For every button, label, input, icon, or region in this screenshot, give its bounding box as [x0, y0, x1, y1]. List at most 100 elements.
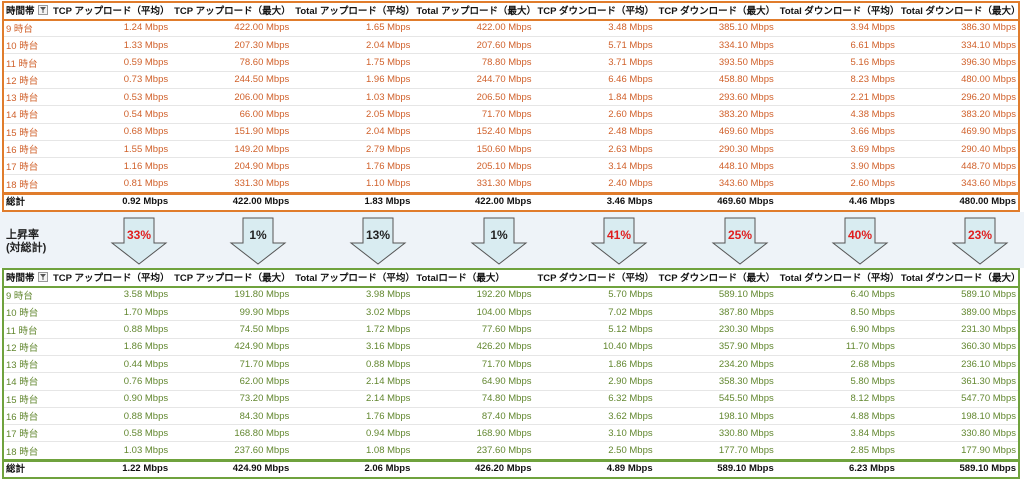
value-cell: 1.03 Mbps [292, 88, 414, 107]
value-cell: 191.80 Mbps [171, 286, 293, 305]
value-cell: 343.60 Mbps [897, 174, 1019, 193]
top-speed-table: 時間帯 TCP アップロード（平均） TCP アップロード（最大） Total … [3, 2, 1019, 210]
value-cell: 393.50 Mbps [655, 53, 777, 72]
value-cell: 290.40 Mbps [897, 140, 1019, 159]
header-total-download-max: Total ダウンロード（最大） [897, 2, 1019, 20]
filter-icon[interactable] [37, 5, 48, 16]
value-cell: 0.58 Mbps [50, 424, 172, 443]
value-cell: 424.90 Mbps [171, 338, 293, 356]
rise-arrow: 40% [831, 217, 889, 265]
value-cell: 2.79 Mbps [292, 140, 414, 159]
value-cell: 422.00 Mbps [413, 19, 535, 38]
value-cell: 2.48 Mbps [534, 123, 656, 141]
value-cell: 2.05 Mbps [292, 105, 414, 124]
value-cell: 78.80 Mbps [413, 53, 535, 72]
rise-rate-subtitle: (対総計) [6, 242, 47, 254]
value-cell: 334.10 Mbps [897, 36, 1019, 55]
value-cell: 1.76 Mbps [292, 407, 414, 426]
value-cell: 1.10 Mbps [292, 174, 414, 193]
total-value-cell: 4.46 Mbps [776, 191, 898, 210]
table-row: 15 時台 0.90 Mbps 73.20 Mbps 2.14 Mbps 74.80 M… [3, 390, 1019, 408]
value-cell: 4.38 Mbps [776, 105, 898, 124]
rise-percent: 33% [126, 228, 152, 242]
value-cell: 1.72 Mbps [292, 320, 414, 339]
total-value-cell: 424.90 Mbps [171, 458, 293, 477]
total-value-cell: 469.60 Mbps [655, 191, 777, 210]
value-cell: 206.00 Mbps [171, 88, 293, 107]
value-cell: 74.80 Mbps [413, 390, 535, 408]
value-cell: 0.81 Mbps [50, 174, 172, 193]
bottom-speed-table: 時間帯 TCP アップロード（平均） TCP アップロード（最大） Total … [3, 269, 1019, 477]
value-cell: 152.40 Mbps [413, 123, 535, 141]
header-time-slot-label: 時間帯 [6, 6, 35, 18]
value-cell: 177.90 Mbps [897, 441, 1019, 460]
value-cell: 0.73 Mbps [50, 71, 172, 89]
value-cell: 3.48 Mbps [534, 19, 656, 38]
value-cell: 99.90 Mbps [171, 303, 293, 322]
value-cell: 198.10 Mbps [655, 407, 777, 426]
value-cell: 1.96 Mbps [292, 71, 414, 89]
value-cell: 73.20 Mbps [171, 390, 293, 408]
value-cell: 343.60 Mbps [655, 174, 777, 193]
table-row: 14 時台 0.76 Mbps 62.00 Mbps 2.14 Mbps 64.90 M… [3, 372, 1019, 391]
time-slot-cell: 14 時台 [3, 105, 50, 124]
value-cell: 230.30 Mbps [655, 320, 777, 339]
total-value-cell: 422.00 Mbps [171, 191, 293, 210]
time-slot-cell: 15 時台 [3, 123, 50, 141]
total-value-cell: 3.46 Mbps [534, 191, 656, 210]
value-cell: 3.16 Mbps [292, 338, 414, 356]
value-cell: 84.30 Mbps [171, 407, 293, 426]
value-cell: 66.00 Mbps [171, 105, 293, 124]
time-slot-cell: 14 時台 [3, 372, 50, 391]
table-row: 18 時台 0.81 Mbps 331.30 Mbps 1.10 Mbps 331.30… [3, 174, 1019, 193]
value-cell: 2.21 Mbps [776, 88, 898, 107]
value-cell: 0.53 Mbps [50, 88, 172, 107]
value-cell: 3.71 Mbps [534, 53, 656, 72]
time-slot-cell: 12 時台 [3, 71, 50, 89]
value-cell: 2.14 Mbps [292, 372, 414, 391]
value-cell: 480.00 Mbps [897, 71, 1019, 89]
header-tcp-upload-avg: TCP アップロード（平均） [50, 269, 172, 287]
time-slot-cell: 9 時台 [3, 286, 50, 305]
value-cell: 3.62 Mbps [534, 407, 656, 426]
header-time-slot[interactable]: 時間帯 [3, 2, 50, 20]
value-cell: 1.70 Mbps [50, 303, 172, 322]
value-cell: 334.10 Mbps [655, 36, 777, 55]
value-cell: 547.70 Mbps [897, 390, 1019, 408]
table-row: 15 時台 0.68 Mbps 151.90 Mbps 2.04 Mbps 152.40… [3, 123, 1019, 141]
value-cell: 8.50 Mbps [776, 303, 898, 322]
value-cell: 386.30 Mbps [897, 19, 1019, 38]
header-time-slot[interactable]: 時間帯 [3, 269, 50, 287]
value-cell: 78.60 Mbps [171, 53, 293, 72]
value-cell: 385.10 Mbps [655, 19, 777, 38]
table-row: 17 時台 1.16 Mbps 204.90 Mbps 1.76 Mbps 205.10… [3, 157, 1019, 176]
time-slot-cell: 9 時台 [3, 19, 50, 38]
filter-icon[interactable] [37, 272, 48, 283]
total-value-cell: 589.10 Mbps [897, 458, 1019, 477]
value-cell: 177.70 Mbps [655, 441, 777, 460]
value-cell: 237.60 Mbps [413, 441, 535, 460]
header-total-upload-avg: Total アップロード（平均） [292, 2, 414, 20]
value-cell: 3.02 Mbps [292, 303, 414, 322]
value-cell: 2.40 Mbps [534, 174, 656, 193]
value-cell: 207.30 Mbps [171, 36, 293, 55]
value-cell: 3.58 Mbps [50, 286, 172, 305]
value-cell: 74.50 Mbps [171, 320, 293, 339]
header-total-upload-max: Total アップロード（最大） [413, 2, 535, 20]
header-tcp-upload-max: TCP アップロード（最大） [171, 2, 293, 20]
value-cell: 2.60 Mbps [534, 105, 656, 124]
value-cell: 168.80 Mbps [171, 424, 293, 443]
time-slot-cell: 12 時台 [3, 338, 50, 356]
value-cell: 0.54 Mbps [50, 105, 172, 124]
value-cell: 231.30 Mbps [897, 320, 1019, 339]
value-cell: 149.20 Mbps [171, 140, 293, 159]
rise-rate-title: 上昇率 [6, 229, 39, 241]
value-cell: 1.86 Mbps [50, 338, 172, 356]
value-cell: 0.68 Mbps [50, 123, 172, 141]
total-value-cell: 6.23 Mbps [776, 458, 898, 477]
rise-percent: 25% [727, 228, 753, 242]
value-cell: 2.68 Mbps [776, 355, 898, 374]
value-cell: 1.33 Mbps [50, 36, 172, 55]
value-cell: 206.50 Mbps [413, 88, 535, 107]
value-cell: 151.90 Mbps [171, 123, 293, 141]
